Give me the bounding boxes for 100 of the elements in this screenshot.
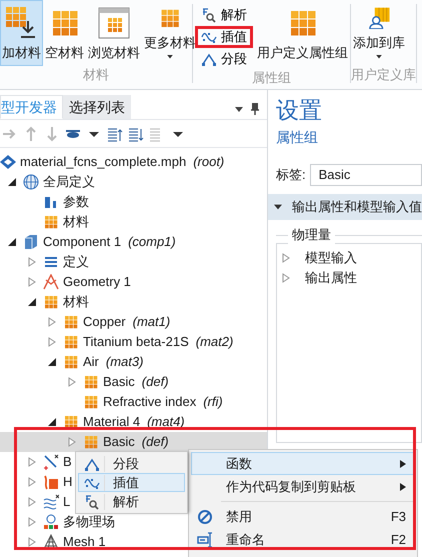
tree-item-label[interactable]: Basic <box>103 374 135 390</box>
pin-icon[interactable] <box>251 103 259 115</box>
section-header[interactable]: 输出属性和模型输入值 <box>268 194 422 220</box>
menu-item[interactable]: 重命名 F2 <box>191 528 415 551</box>
material-grid-icon <box>83 374 99 390</box>
ribbon-button[interactable]: 用户定义属性组 <box>255 0 350 66</box>
material-grid-icon <box>43 214 59 230</box>
tree-item-label[interactable]: B <box>63 454 72 470</box>
wave-physics-icon <box>43 494 59 510</box>
tree-item-tag: (def) <box>142 434 169 450</box>
tree-item-label[interactable]: material_fcns_complete.mph <box>20 154 186 170</box>
group-label: 材料 <box>82 67 110 83</box>
menu-item[interactable]: 插值 <box>78 473 185 492</box>
collapsed-caret-icon[interactable] <box>27 497 37 507</box>
collapsed-caret-icon[interactable] <box>27 517 37 527</box>
collapsed-caret-icon[interactable] <box>67 437 77 447</box>
ribbon-button[interactable]: 加材料 <box>0 0 43 66</box>
heat-physics-icon <box>43 474 59 490</box>
tree-item-tag: (mat1) <box>132 314 170 330</box>
ribbon-small-button[interactable]: 插值 <box>195 26 253 48</box>
ribbon-button[interactable]: 添加到库 <box>351 0 407 66</box>
tree-item-label[interactable]: Geometry 1 <box>63 274 131 290</box>
tree-item-label[interactable]: 定义 <box>63 254 89 270</box>
tree-item-tag: (mat4) <box>147 414 185 430</box>
ribbon-small-button[interactable]: 分段 <box>195 48 253 70</box>
dropdown-caret-icon[interactable] <box>235 106 243 112</box>
tree-item-label[interactable]: 材料 <box>63 294 89 310</box>
collapsed-caret-icon[interactable] <box>27 257 37 267</box>
tree-item-label[interactable]: 输出属性 <box>305 270 357 286</box>
tree-item-label[interactable]: 材料 <box>63 214 89 230</box>
collapsed-caret-icon[interactable] <box>281 253 291 263</box>
collapsed-caret-icon[interactable] <box>281 273 291 283</box>
beam-physics-icon <box>43 454 59 470</box>
ribbon-button[interactable]: 浏览材料 <box>86 0 142 66</box>
tree-item-tag: (root) <box>193 154 224 170</box>
label-field[interactable]: Basic <box>310 164 422 186</box>
tree-item-tag: (comp1) <box>128 234 176 250</box>
collapsed-caret-icon[interactable] <box>27 477 37 487</box>
tree-item-tag: (mat2) <box>196 334 234 350</box>
tree-item-label[interactable]: 多物理场 <box>63 514 115 530</box>
field-label: 标签: <box>276 166 306 184</box>
tree-item-label[interactable]: Basic <box>103 434 135 450</box>
collapsed-caret-icon[interactable] <box>67 377 77 387</box>
group-legend: 物理量 <box>288 226 335 244</box>
collapsed-caret-icon[interactable] <box>47 337 57 347</box>
tree-item-label[interactable]: H <box>63 474 72 490</box>
ribbon-button[interactable]: 更多材料 <box>142 0 198 66</box>
section-title: 输出属性和模型输入值 <box>292 198 422 216</box>
tree-item-label[interactable]: 参数 <box>63 194 89 210</box>
piecewise-line-icon <box>201 51 217 67</box>
collapsed-caret-icon[interactable] <box>27 277 37 287</box>
menu-item[interactable]: 禁用 F3 <box>191 505 415 528</box>
ribbon-small-button[interactable]: 解析 <box>195 4 253 26</box>
tree-item-label[interactable]: Material 4 <box>83 414 140 430</box>
panel-tab[interactable]: 型开发器 <box>0 95 63 119</box>
cube-icon <box>23 234 39 250</box>
settings-subtitle: 属性组 <box>276 128 319 147</box>
collapsed-caret-icon[interactable] <box>27 457 37 467</box>
material-grid-icon <box>63 354 79 370</box>
menu-item[interactable]: 分段 <box>78 454 185 473</box>
tree-item-label[interactable]: Air <box>83 354 99 370</box>
menu-item[interactable]: 作为代码复制到剪贴板 <box>191 475 415 498</box>
globe-icon <box>23 174 39 190</box>
tree-item-label[interactable]: Titanium beta-21S <box>83 334 189 350</box>
collapsed-caret-icon[interactable] <box>47 317 57 327</box>
menu-item[interactable]: 函数 <box>191 452 415 475</box>
multiphysics-icon <box>43 514 59 530</box>
tree-item-label[interactable]: L <box>63 494 70 510</box>
tree-item-label[interactable]: Mesh 1 <box>63 534 106 550</box>
tree-item-tag: (def) <box>142 374 169 390</box>
tree-item-label[interactable]: 全局定义 <box>43 174 95 190</box>
expanded-caret-icon[interactable] <box>7 237 17 247</box>
function-magnifier-icon <box>201 7 217 23</box>
panel-tab[interactable]: 选择列表 <box>63 95 131 119</box>
mesh-triangle-icon <box>43 534 59 550</box>
submenu-arrow-icon <box>400 460 406 468</box>
selected-row-highlight[interactable]: Basic (def) <box>0 432 267 452</box>
menu-item[interactable]: 解析 <box>78 492 185 511</box>
tree-item-label[interactable]: Component 1 <box>43 234 122 250</box>
disable-icon <box>197 508 213 524</box>
ribbon-button[interactable]: 空材料 <box>43 0 86 66</box>
expanded-caret-icon[interactable] <box>27 297 37 307</box>
submenu-arrow-icon <box>400 482 406 490</box>
expanded-caret-icon[interactable] <box>47 417 57 427</box>
material-grid-icon <box>43 294 59 310</box>
sort-down-icon[interactable] <box>128 126 144 142</box>
function-magnifier-icon <box>84 494 100 510</box>
material-grid-icon <box>63 334 79 350</box>
collapsed-caret-icon[interactable] <box>27 537 37 547</box>
tree-item-label[interactable]: Copper <box>83 314 126 330</box>
expanded-caret-icon[interactable] <box>7 177 17 187</box>
list-lines-icon <box>43 254 59 270</box>
tree-item-label[interactable]: Refractive index <box>103 394 196 410</box>
expanded-caret-icon[interactable] <box>47 357 57 367</box>
material-grid-icon <box>83 434 99 450</box>
dropdown-caret-icon <box>166 55 174 59</box>
sort-up-icon[interactable] <box>107 126 123 142</box>
file-diamond-icon <box>0 154 16 170</box>
tree-item-label[interactable]: 模型输入 <box>305 250 357 266</box>
geometry-lines-icon <box>43 274 59 290</box>
